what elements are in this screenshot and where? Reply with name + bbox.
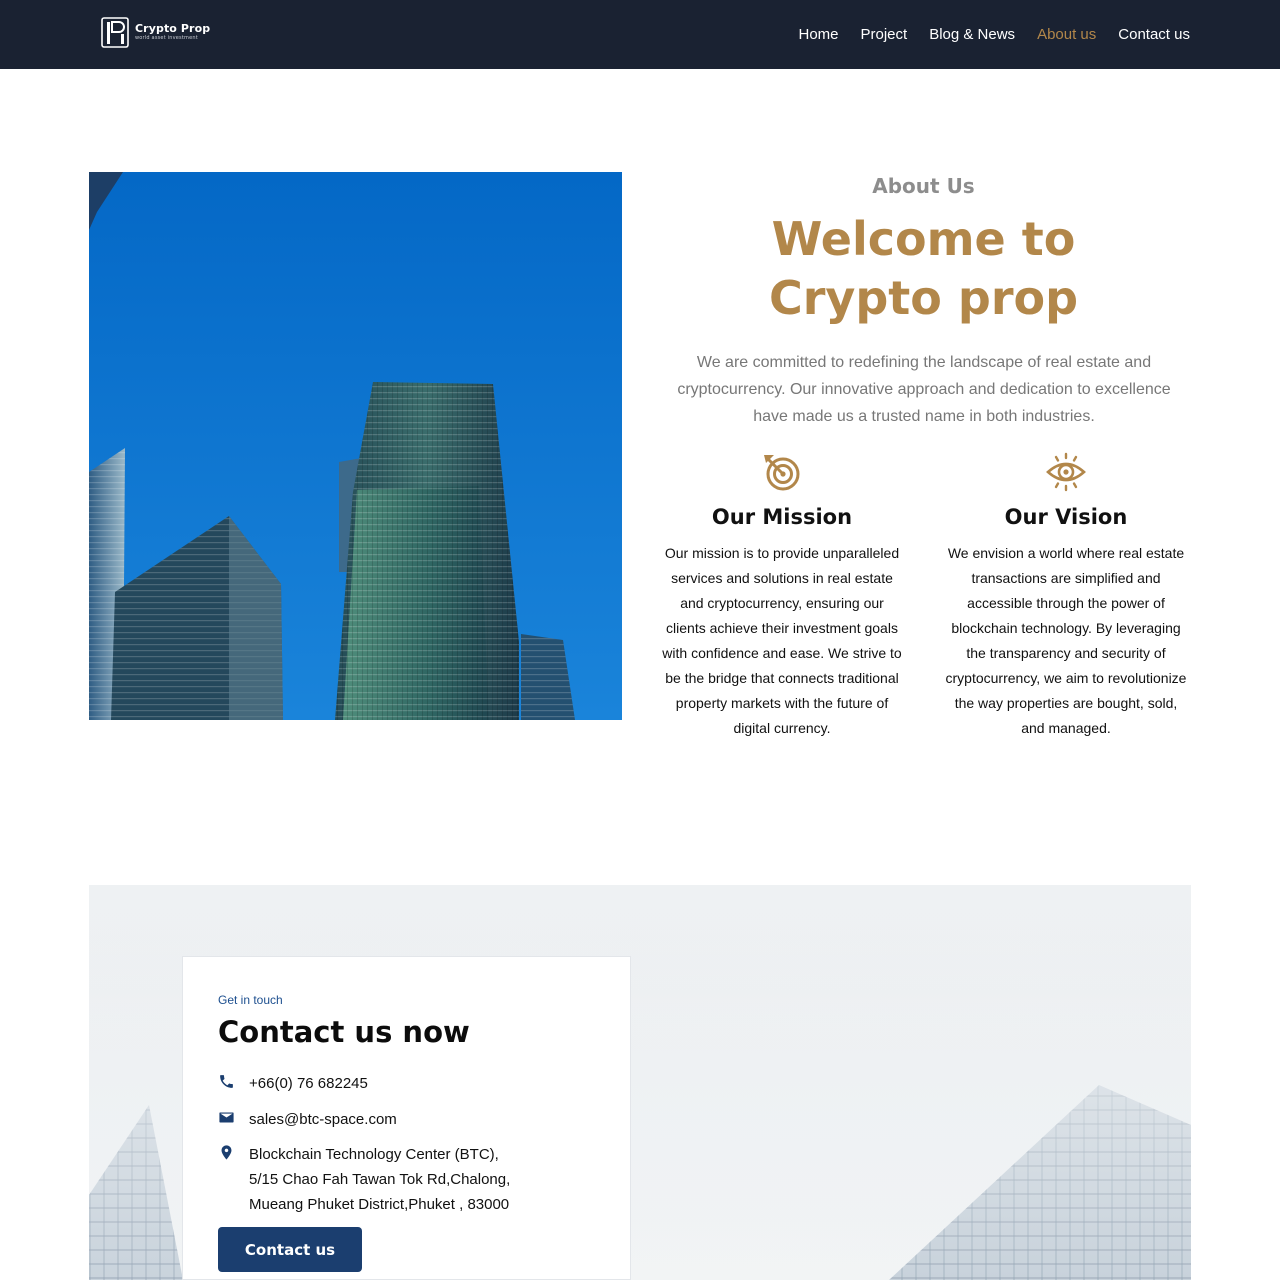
address-line-1: Blockchain Technology Center (BTC), bbox=[249, 1146, 499, 1163]
title-line-2: Crypto prop bbox=[768, 271, 1079, 325]
location-pin-icon bbox=[221, 1145, 232, 1160]
email-icon bbox=[219, 1112, 234, 1123]
main-nav: Home Project Blog & News About us Contac… bbox=[798, 0, 1190, 69]
contact-email[interactable]: sales@btc-space.com bbox=[249, 1107, 397, 1132]
title-line-1: Welcome to bbox=[771, 212, 1076, 266]
about-intro: We are committed to redefining the lands… bbox=[677, 354, 1171, 425]
nav-home[interactable]: Home bbox=[798, 26, 838, 43]
contact-address-row: Blockchain Technology Center (BTC), 5/15… bbox=[218, 1142, 510, 1217]
contact-eyebrow: Get in touch bbox=[218, 993, 283, 1007]
contact-phone-row: +66(0) 76 682245 bbox=[218, 1071, 368, 1096]
contact-card: Get in touch Contact us now +66(0) 76 68… bbox=[182, 956, 631, 1280]
mission-block: Our Mission Our mission is to provide un… bbox=[652, 452, 912, 741]
vision-title: Our Vision bbox=[1004, 505, 1128, 529]
mission-title: Our Mission bbox=[711, 505, 853, 529]
address-line-3: Mueang Phuket District,Phuket , 83000 bbox=[249, 1196, 510, 1213]
contact-email-row: sales@btc-space.com bbox=[218, 1107, 397, 1132]
logo-mark-icon bbox=[101, 17, 129, 48]
contact-phone[interactable]: +66(0) 76 682245 bbox=[249, 1071, 368, 1096]
mission-text: Our mission is to provide unparalleled s… bbox=[662, 545, 902, 736]
skyscrapers-photo bbox=[89, 172, 622, 720]
contact-address: Blockchain Technology Center (BTC), 5/15… bbox=[249, 1142, 510, 1217]
site-logo[interactable]: Crypto Prop world asset investment bbox=[101, 15, 210, 49]
page-title: Welcome to Crypto prop bbox=[655, 210, 1192, 328]
nav-contact-us[interactable]: Contact us bbox=[1118, 26, 1190, 43]
logo-name: Crypto Prop bbox=[135, 22, 211, 35]
nav-about-us[interactable]: About us bbox=[1037, 26, 1096, 43]
contact-us-button[interactable]: Contact us bbox=[218, 1227, 362, 1272]
vision-block: Our Vision We envision a world where rea… bbox=[936, 452, 1196, 741]
contact-title: Contact us now bbox=[218, 1015, 470, 1049]
target-arrow-icon bbox=[764, 455, 800, 491]
address-line-2: 5/15 Chao Fah Tawan Tok Rd,Chalong, bbox=[249, 1171, 511, 1188]
about-eyebrow: About Us bbox=[872, 174, 975, 198]
eye-icon bbox=[1046, 452, 1086, 492]
site-header: Crypto Prop world asset investment Home … bbox=[0, 0, 1280, 69]
nav-blog-news[interactable]: Blog & News bbox=[929, 26, 1015, 43]
logo-tagline: world asset investment bbox=[135, 35, 198, 41]
nav-project[interactable]: Project bbox=[861, 26, 908, 43]
vision-text: We envision a world where real estate tr… bbox=[945, 545, 1187, 736]
phone-icon bbox=[220, 1075, 233, 1088]
